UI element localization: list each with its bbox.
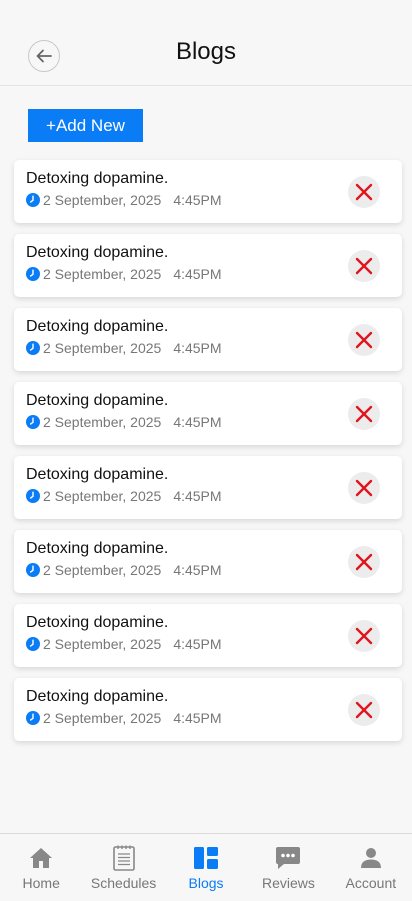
delete-button[interactable] [348,620,380,652]
blog-meta: 2 September, 2025 4:45PM [26,340,222,356]
blog-meta: 2 September, 2025 4:45PM [26,562,222,578]
blog-meta: 2 September, 2025 4:45PM [26,710,222,726]
nav-label: Blogs [188,875,224,891]
schedule-icon [111,845,137,871]
blog-title: Detoxing dopamine. [26,540,169,557]
blog-date: 2 September, 2025 [43,488,162,504]
close-icon [355,405,373,423]
blog-card[interactable]: Detoxing dopamine. 2 September, 2025 4:4… [14,604,402,667]
close-icon [355,183,373,201]
clock-icon [26,637,40,651]
app-header: Blogs [0,0,412,86]
blog-title: Detoxing dopamine. [26,170,169,187]
blog-title: Detoxing dopamine. [26,688,169,705]
delete-button[interactable] [348,324,380,356]
blog-meta: 2 September, 2025 4:45PM [26,192,222,208]
nav-item-account[interactable]: Account [330,834,412,901]
nav-label: Home [22,875,60,891]
close-icon [355,553,373,571]
blogs-icon [193,845,219,871]
blog-time: 4:45PM [173,488,222,504]
blog-date: 2 September, 2025 [43,340,162,356]
clock-icon [26,341,40,355]
add-new-button[interactable]: +Add New [28,109,143,142]
close-icon [355,701,373,719]
blog-card[interactable]: Detoxing dopamine. 2 September, 2025 4:4… [14,456,402,519]
clock-icon [26,711,40,725]
page-title: Blogs [175,38,237,65]
blog-title: Detoxing dopamine. [26,614,169,631]
blog-title: Detoxing dopamine. [26,466,169,483]
blog-date: 2 September, 2025 [43,192,162,208]
blog-date: 2 September, 2025 [43,562,162,578]
clock-icon [26,563,40,577]
blog-time: 4:45PM [173,340,222,356]
blog-date: 2 September, 2025 [43,636,162,652]
blog-date: 2 September, 2025 [43,266,162,282]
reviews-icon [275,845,301,871]
nav-item-schedules[interactable]: Schedules [82,834,164,901]
blog-meta: 2 September, 2025 4:45PM [26,266,222,282]
delete-button[interactable] [348,250,380,282]
blog-meta: 2 September, 2025 4:45PM [26,636,222,652]
delete-button[interactable] [348,546,380,578]
blog-time: 4:45PM [173,414,222,430]
nav-item-reviews[interactable]: Reviews [247,834,329,901]
delete-button[interactable] [348,472,380,504]
delete-button[interactable] [348,176,380,208]
nav-item-home[interactable]: Home [0,834,82,901]
account-icon [358,845,384,871]
blog-date: 2 September, 2025 [43,414,162,430]
clock-icon [26,193,40,207]
blog-time: 4:45PM [173,636,222,652]
blog-list: Detoxing dopamine. 2 September, 2025 4:4… [14,160,402,752]
close-icon [355,331,373,349]
close-icon [355,627,373,645]
blog-title: Detoxing dopamine. [26,392,169,409]
blog-time: 4:45PM [173,192,222,208]
blog-title: Detoxing dopamine. [26,318,169,335]
close-icon [355,479,373,497]
blog-card[interactable]: Detoxing dopamine. 2 September, 2025 4:4… [14,382,402,445]
nav-label: Account [345,875,397,891]
delete-button[interactable] [348,398,380,430]
nav-item-blogs[interactable]: Blogs [165,834,247,901]
blog-card[interactable]: Detoxing dopamine. 2 September, 2025 4:4… [14,234,402,297]
blog-card[interactable]: Detoxing dopamine. 2 September, 2025 4:4… [14,160,402,223]
blog-meta: 2 September, 2025 4:45PM [26,488,222,504]
blog-date: 2 September, 2025 [43,710,162,726]
clock-icon [26,267,40,281]
close-icon [355,257,373,275]
delete-button[interactable] [348,694,380,726]
blog-time: 4:45PM [173,266,222,282]
home-icon [28,845,54,871]
blog-title: Detoxing dopamine. [26,244,169,261]
blog-time: 4:45PM [173,710,222,726]
bottom-nav: Home Schedules Blogs Reviews Account [0,833,412,901]
blog-card[interactable]: Detoxing dopamine. 2 September, 2025 4:4… [14,678,402,741]
clock-icon [26,489,40,503]
blog-time: 4:45PM [173,562,222,578]
nav-label: Schedules [90,875,157,891]
blog-meta: 2 September, 2025 4:45PM [26,414,222,430]
blog-card[interactable]: Detoxing dopamine. 2 September, 2025 4:4… [14,530,402,593]
clock-icon [26,415,40,429]
nav-label: Reviews [261,875,315,891]
blog-card[interactable]: Detoxing dopamine. 2 September, 2025 4:4… [14,308,402,371]
